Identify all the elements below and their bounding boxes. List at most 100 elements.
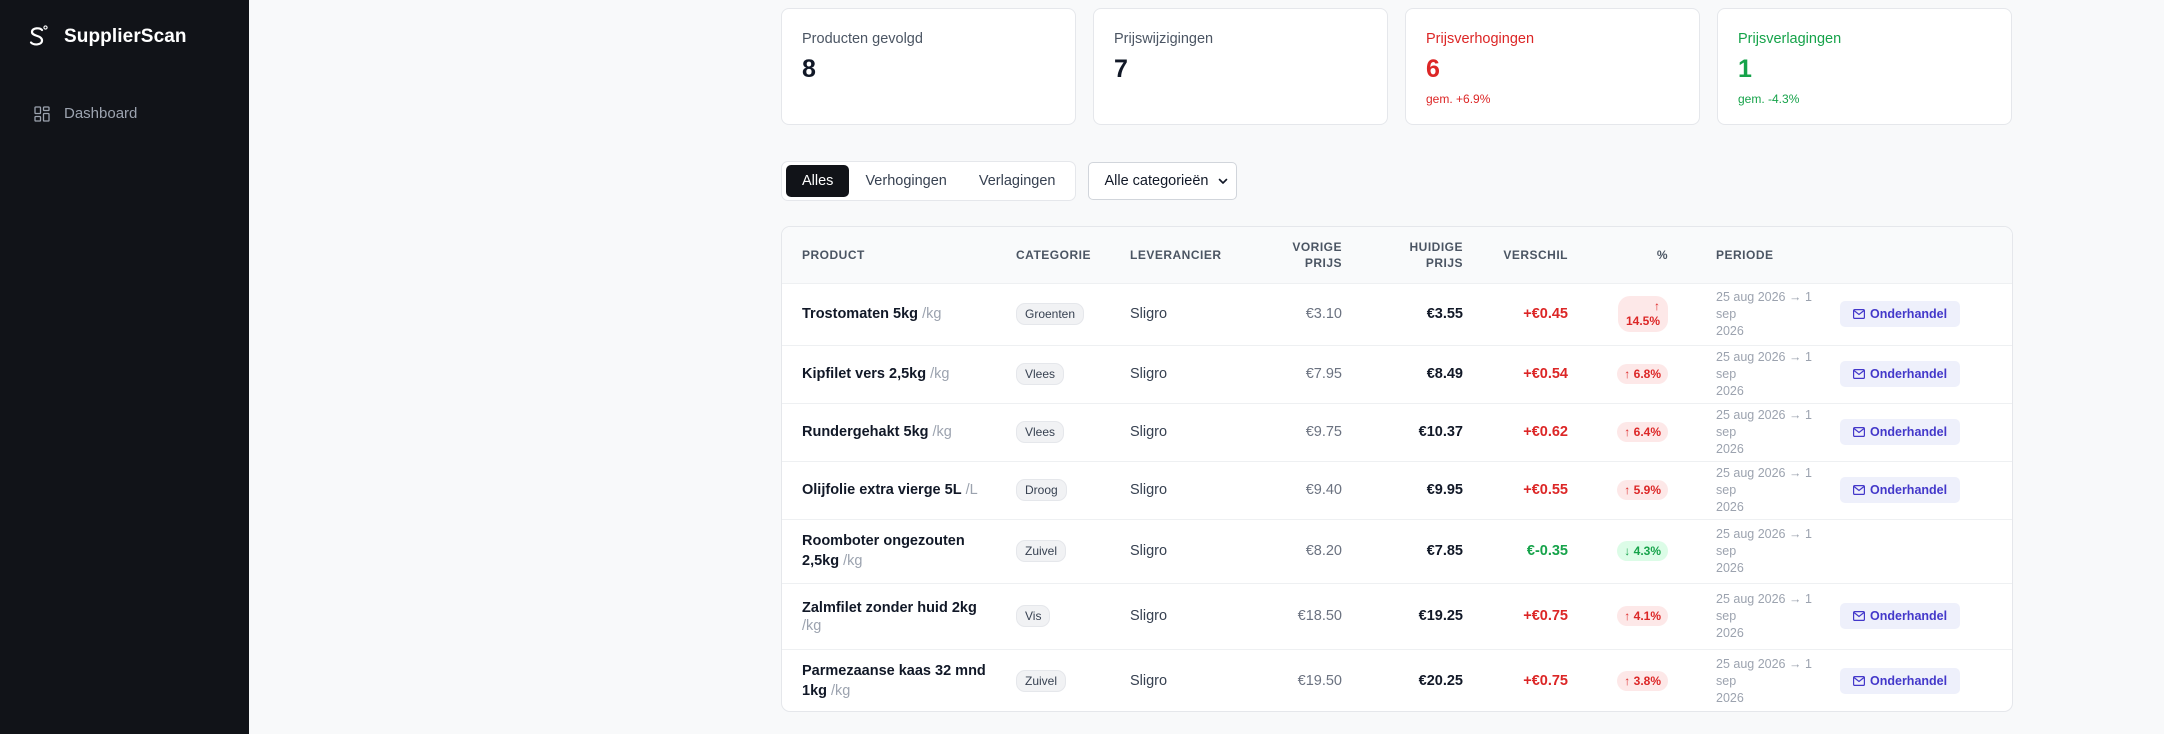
- negotiate-button[interactable]: Onderhandel: [1840, 603, 1961, 629]
- category-cell: Zuivel: [1008, 519, 1122, 583]
- arrow-down-icon: ↓: [1624, 544, 1631, 558]
- current-price: €8.49: [1426, 366, 1463, 382]
- period-cell: 25 aug 2026 → 1 sep 2026: [1676, 583, 1832, 649]
- negotiate-label: Onderhandel: [1870, 307, 1948, 321]
- supplier-cell: Sligro: [1130, 673, 1168, 690]
- period-cell: 25 aug 2026 → 1 sep 2026: [1676, 649, 1832, 711]
- tab-decreases[interactable]: Verlagingen: [963, 165, 1072, 197]
- period-line: 25 aug 2026 → 1 sep: [1716, 656, 1812, 688]
- product-cell: Rundergehakt 5kg /kg: [782, 403, 1008, 461]
- percent-value: 4.3%: [1633, 544, 1661, 558]
- mail-icon: [1853, 369, 1865, 379]
- stat-value: 6: [1426, 55, 1440, 83]
- table-row[interactable]: Rundergehakt 5kg /kg Vlees Sligro €9.75 €10.…: [782, 403, 2012, 461]
- table-row[interactable]: Parmezaanse kaas 32 mnd 1kg /kg Zuivel Sli…: [782, 649, 2012, 711]
- table-row[interactable]: Roomboter ongezouten 2,5kg /kg Zuivel Slig…: [782, 519, 2012, 583]
- product-cell: Trostomaten 5kg /kg: [782, 283, 1008, 345]
- previous-price: €7.95: [1305, 366, 1342, 382]
- category-badge: Vlees: [1016, 421, 1065, 443]
- product-cell: Roomboter ongezouten 2,5kg /kg: [782, 519, 1008, 583]
- product-cell: Zalmfilet zonder huid 2kg /kg: [782, 583, 1008, 649]
- period-cell: 25 aug 2026 → 1 sep 2026: [1676, 403, 1832, 461]
- header-difference[interactable]: VERSCHIL: [1471, 227, 1576, 283]
- percent-cell: ↑ 3.8%: [1576, 649, 1676, 711]
- mail-icon: [1853, 485, 1865, 495]
- current-price: €10.37: [1418, 424, 1463, 440]
- header-current-price[interactable]: HUIDIGE PRIJS: [1350, 227, 1471, 283]
- header-percent[interactable]: %: [1576, 227, 1676, 283]
- header-actions: [1832, 227, 2012, 283]
- action-cell: Onderhandel: [1832, 345, 2012, 403]
- sidebar-item-dashboard[interactable]: Dashboard: [34, 105, 137, 122]
- percent-badge: ↑ 14.5%: [1617, 296, 1668, 332]
- product-unit: /kg: [843, 553, 863, 569]
- arrow-up-icon: ↑: [1624, 425, 1631, 439]
- product-name: Rundergehakt 5kg: [802, 424, 929, 440]
- percent-badge: ↑ 6.8%: [1617, 364, 1668, 384]
- mail-icon: [1853, 309, 1865, 319]
- percent-cell: ↑ 5.9%: [1576, 461, 1676, 519]
- percent-cell: ↑ 6.8%: [1576, 345, 1676, 403]
- table-row[interactable]: Trostomaten 5kg /kg Groenten Sligro €3.10 €3…: [782, 283, 2012, 345]
- table-row[interactable]: Kipfilet vers 2,5kg /kg Vlees Sligro €7.95 €…: [782, 345, 2012, 403]
- product-name: Kipfilet vers 2,5kg: [802, 366, 927, 382]
- negotiate-button[interactable]: Onderhandel: [1840, 668, 1961, 695]
- header-label-line: VORIGE: [1292, 239, 1342, 254]
- category-badge: Droog: [1016, 479, 1067, 501]
- negotiate-button[interactable]: Onderhandel: [1840, 301, 1961, 327]
- brand[interactable]: SupplierScan: [26, 24, 187, 50]
- negotiate-button[interactable]: Onderhandel: [1840, 419, 1961, 445]
- stat-value: 1: [1738, 55, 1752, 83]
- product-cell: Kipfilet vers 2,5kg /kg: [782, 345, 1008, 403]
- mail-icon: [1853, 676, 1865, 687]
- arrow-up-icon: ↑: [1654, 299, 1660, 313]
- header-period[interactable]: PERIODE: [1676, 227, 1832, 283]
- header-supplier[interactable]: LEVERANCIER: [1122, 227, 1254, 283]
- tab-all[interactable]: Alles: [786, 165, 850, 197]
- table-row[interactable]: Olijfolie extra vierge 5L /L Droog Sligro €…: [782, 461, 2012, 519]
- previous-price: €9.40: [1305, 482, 1342, 498]
- price-difference: +€0.45: [1523, 306, 1568, 322]
- percent-value: 14.5%: [1625, 314, 1660, 328]
- header-previous-price[interactable]: VORIGE PRIJS: [1254, 227, 1350, 283]
- current-price: €3.55: [1426, 306, 1463, 322]
- previous-price: €19.50: [1297, 673, 1342, 690]
- current-price: €20.25: [1418, 673, 1463, 690]
- supplier-cell: Sligro: [1130, 543, 1168, 559]
- header-label-line: HUIDIGE: [1409, 239, 1463, 254]
- period-cell: 25 aug 2026 → 1 sep 2026: [1676, 461, 1832, 519]
- table-row[interactable]: Zalmfilet zonder huid 2kg /kg Vis Sligro €1…: [782, 583, 2012, 649]
- arrow-up-icon: ↑: [1624, 609, 1631, 623]
- header-label-line: PRIJS: [1304, 255, 1342, 270]
- price-difference: +€0.55: [1523, 482, 1568, 498]
- negotiate-button[interactable]: Onderhandel: [1840, 477, 1961, 503]
- arrow-up-icon: ↑: [1624, 674, 1631, 689]
- header-product[interactable]: PRODUCT: [782, 227, 1008, 283]
- stat-card-products-tracked: Producten gevolgd 8: [781, 8, 1076, 125]
- tab-increases[interactable]: Verhogingen: [849, 165, 962, 197]
- supplier-cell: Sligro: [1130, 482, 1168, 498]
- header-category[interactable]: CATEGORIE: [1008, 227, 1122, 283]
- current-price: €19.25: [1418, 608, 1463, 624]
- product-unit: /kg: [802, 618, 822, 634]
- period-line: 2026: [1716, 383, 1744, 398]
- previous-price: €3.10: [1305, 306, 1342, 322]
- negotiate-label: Onderhandel: [1870, 674, 1948, 689]
- supplier-cell: Sligro: [1130, 608, 1168, 624]
- table-header-row: PRODUCT CATEGORIE LEVERANCIER VORIGE PRI…: [782, 227, 2012, 283]
- mail-icon: [1853, 427, 1865, 437]
- category-select[interactable]: Alle categorieën: [1088, 162, 1238, 200]
- period-line: 25 aug 2026 → 1 sep: [1716, 407, 1812, 439]
- action-cell: Onderhandel: [1832, 649, 2012, 711]
- negotiate-button[interactable]: Onderhandel: [1840, 361, 1961, 387]
- action-cell: Onderhandel: [1832, 583, 2012, 649]
- period-cell: 25 aug 2026 → 1 sep 2026: [1676, 283, 1832, 345]
- stats-row: Producten gevolgd 8 Prijswijzigingen 7 P…: [781, 8, 2012, 125]
- period-line: 2026: [1716, 323, 1744, 338]
- category-cell: Groenten: [1008, 283, 1122, 345]
- price-changes-table: PRODUCT CATEGORIE LEVERANCIER VORIGE PRI…: [781, 226, 2013, 712]
- percent-value: 6.4%: [1633, 425, 1661, 439]
- stat-card-price-changes: Prijswijzigingen 7: [1093, 8, 1388, 125]
- product-name: Trostomaten 5kg: [802, 306, 919, 322]
- product-unit: /kg: [831, 683, 851, 700]
